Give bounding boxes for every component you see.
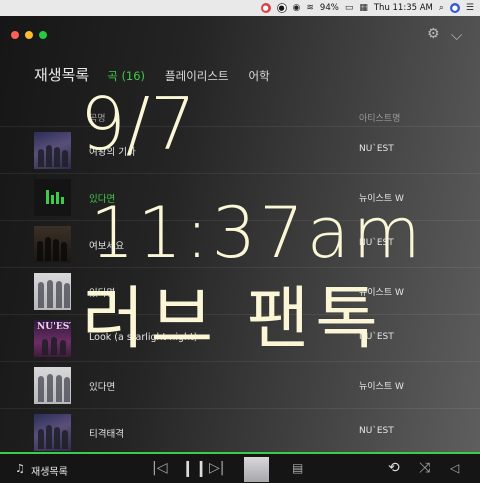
playlist-music-icon[interactable]: ♫ bbox=[15, 462, 25, 475]
album-art-logo: NU'EST bbox=[37, 322, 71, 332]
song-title: 있다면 bbox=[89, 382, 116, 393]
column-header-artist[interactable]: 아티스트명 bbox=[359, 111, 400, 124]
song-artist: NU`EST bbox=[359, 426, 394, 436]
album-art bbox=[34, 132, 71, 169]
album-art bbox=[34, 273, 71, 310]
wifi-icon[interactable]: ≋ bbox=[306, 3, 314, 13]
menubar-clock[interactable]: Thu 11:35 AM bbox=[374, 3, 433, 13]
song-row[interactable]: 여왕의 기사 NU`EST bbox=[0, 126, 480, 173]
flag-icon[interactable]: ▦ bbox=[359, 3, 368, 13]
gear-icon[interactable]: ⚙ bbox=[427, 26, 440, 42]
overlay-time: 11:37am bbox=[90, 192, 424, 274]
close-button[interactable] bbox=[11, 31, 19, 39]
player-bar: ♫ 재생목록 |◁ ❙❙ ▷| ▤ ⟲ ⤨ ◁ bbox=[0, 452, 480, 483]
album-art bbox=[34, 414, 71, 451]
eye-icon[interactable]: ◉ bbox=[293, 3, 301, 13]
menu-bar: ● ● ◉ ≋ 94% ▭ ▦ Thu 11:35 AM ⌕ ● ☰ bbox=[0, 0, 480, 16]
chat-icon[interactable]: ● bbox=[276, 3, 287, 13]
now-playing-equalizer-icon bbox=[46, 190, 64, 204]
song-row[interactable]: 티격태격 NU`EST bbox=[0, 408, 480, 455]
song-row[interactable]: 있다면 뉴이스트 W bbox=[0, 361, 480, 408]
now-playing-album-art[interactable] bbox=[244, 457, 269, 482]
album-art bbox=[34, 179, 71, 216]
lyrics-icon[interactable]: ▤ bbox=[292, 460, 303, 476]
album-art: NU'EST bbox=[34, 320, 71, 357]
battery-percent: 94% bbox=[319, 3, 339, 13]
song-artist: NU`EST bbox=[359, 144, 394, 154]
song-artist: 뉴이스트 W bbox=[359, 382, 404, 392]
chevron-down-icon[interactable]: ⌵ bbox=[451, 26, 462, 44]
player-playlist-label[interactable]: 재생목록 bbox=[31, 463, 68, 478]
siri-icon[interactable]: ● bbox=[449, 3, 460, 13]
song-title: 티격태격 bbox=[89, 429, 124, 440]
overlay-date: 9/7 bbox=[80, 82, 196, 166]
maximize-button[interactable] bbox=[39, 31, 47, 39]
album-art bbox=[34, 226, 71, 263]
previous-track-icon[interactable]: |◁ bbox=[152, 460, 167, 476]
volume-icon[interactable]: ◁ bbox=[450, 460, 459, 476]
tab-language[interactable]: 어학 bbox=[249, 68, 270, 84]
shuffle-icon[interactable]: ⤨ bbox=[419, 460, 430, 476]
album-art bbox=[34, 367, 71, 404]
repeat-icon[interactable]: ⟲ bbox=[388, 460, 400, 476]
window-controls bbox=[11, 31, 47, 39]
next-track-icon[interactable]: ▷| bbox=[209, 460, 224, 476]
overlay-caption: 러브 팬톡 bbox=[82, 280, 384, 359]
notification-center-icon[interactable]: ☰ bbox=[466, 3, 474, 13]
app-status-icon[interactable]: ● bbox=[260, 3, 271, 13]
search-icon[interactable]: ⌕ bbox=[439, 3, 444, 13]
pause-icon[interactable]: ❙❙ bbox=[181, 460, 208, 476]
battery-icon[interactable]: ▭ bbox=[345, 3, 354, 13]
minimize-button[interactable] bbox=[25, 31, 33, 39]
